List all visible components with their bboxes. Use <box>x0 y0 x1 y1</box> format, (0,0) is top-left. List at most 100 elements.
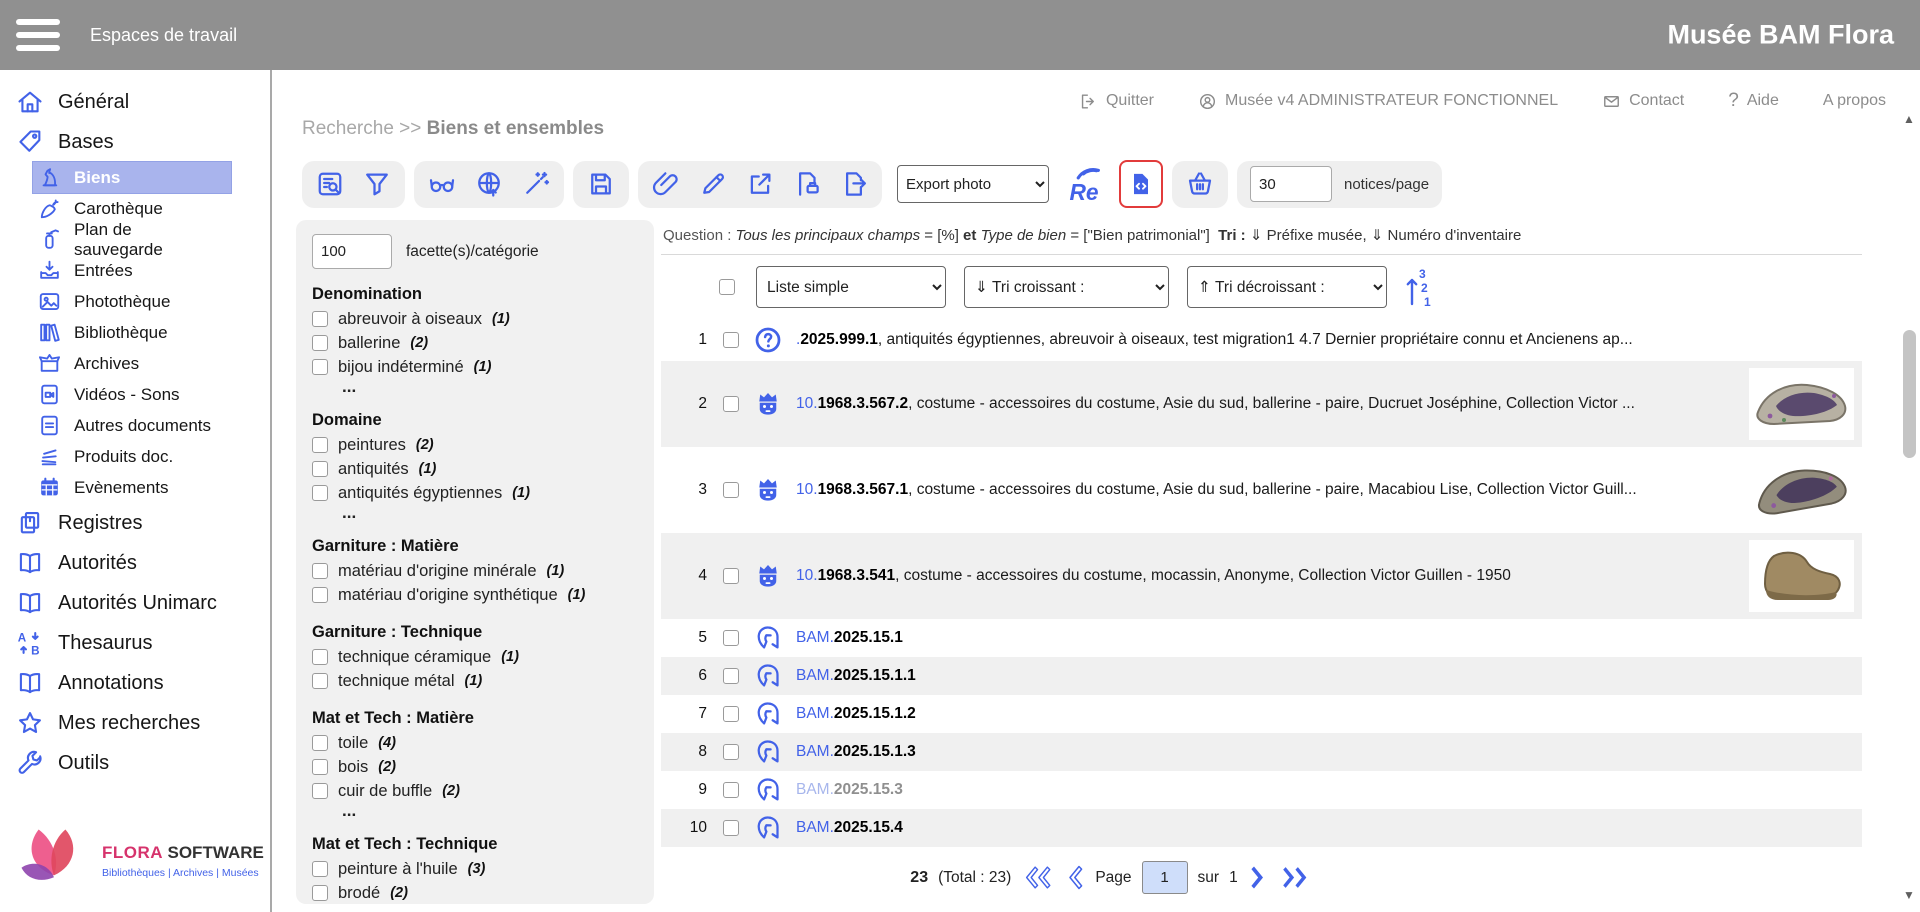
sidebar-item-entrees[interactable]: Entrées <box>0 255 270 286</box>
facet-checkbox[interactable] <box>312 885 328 901</box>
sidebar-item-phototheque[interactable]: Photothèque <box>0 286 270 317</box>
row-checkbox[interactable] <box>723 630 739 646</box>
first-page-button[interactable] <box>1021 864 1053 891</box>
export-doc-icon[interactable] <box>839 169 869 199</box>
globe-up-icon[interactable] <box>474 169 504 199</box>
record-link[interactable]: 10.1968.3.567.2, costume - accessoires d… <box>796 395 1749 413</box>
last-page-button[interactable] <box>1280 864 1312 891</box>
re-logo-icon[interactable]: Re <box>1064 163 1110 205</box>
record-link[interactable]: .2025.999.1, antiquités égyptiennes, abr… <box>796 331 1854 349</box>
print-doc-icon[interactable] <box>792 169 822 199</box>
row-checkbox[interactable] <box>723 332 739 348</box>
scrollbar-down-button[interactable]: ▼ <box>1900 888 1918 902</box>
workspace-label[interactable]: Espaces de travail <box>90 25 237 46</box>
record-link[interactable]: BAM.2025.15.1.3 <box>796 743 1854 761</box>
sidebar-item-evenements[interactable]: Evènements <box>0 472 270 503</box>
sidebar-item-autres-documents[interactable]: Autres documents <box>0 410 270 441</box>
facet-checkbox[interactable] <box>312 311 328 327</box>
save-icon[interactable] <box>586 169 616 199</box>
sidebar-item-general[interactable]: Général <box>0 82 270 122</box>
sidebar-item-bases[interactable]: Bases <box>0 122 270 162</box>
row-checkbox[interactable] <box>723 744 739 760</box>
item-thumbnail[interactable] <box>1749 368 1854 440</box>
record-link[interactable]: 10.1968.3.541, costume - accessoires du … <box>796 567 1749 585</box>
facet-more-link[interactable]: ... <box>342 379 638 395</box>
row-checkbox[interactable] <box>723 668 739 684</box>
facet-count-input[interactable] <box>312 234 392 269</box>
header-link-aide[interactable]: ?Aide <box>1728 90 1779 112</box>
row-checkbox[interactable] <box>723 782 739 798</box>
filter-icon[interactable] <box>362 169 392 199</box>
facet-checkbox[interactable] <box>312 437 328 453</box>
record-link[interactable]: BAM.2025.15.1.2 <box>796 705 1854 723</box>
pencil-icon[interactable] <box>698 169 728 199</box>
sidebar-item-outils[interactable]: Outils <box>0 743 270 783</box>
wand-icon[interactable] <box>521 169 551 199</box>
scrollbar-up-button[interactable]: ▲ <box>1900 112 1918 126</box>
header-link-quitter[interactable]: Quitter <box>1079 92 1154 111</box>
row-checkbox[interactable] <box>723 820 739 836</box>
facet-checkbox[interactable] <box>312 735 328 751</box>
sidebar-item-produits-doc[interactable]: Produits doc. <box>0 441 270 472</box>
record-link[interactable]: BAM.2025.15.3 <box>796 781 1854 799</box>
facet-checkbox[interactable] <box>312 485 328 501</box>
view-mode-select[interactable]: Liste simple <box>756 266 946 308</box>
facet-checkbox[interactable] <box>312 759 328 775</box>
facet-more-link[interactable]: ... <box>342 803 638 819</box>
header-link-apropos[interactable]: A propos <box>1823 92 1886 110</box>
facet-checkbox[interactable] <box>312 783 328 799</box>
sidebar-item-mes-recherches[interactable]: Mes recherches <box>0 703 270 743</box>
facet-checkbox[interactable] <box>312 359 328 375</box>
header-link-contact[interactable]: Contact <box>1602 92 1684 111</box>
row-checkbox[interactable] <box>723 396 739 412</box>
facet-checkbox[interactable] <box>312 673 328 689</box>
scrollbar-thumb[interactable] <box>1903 330 1916 458</box>
basket-button[interactable] <box>1172 161 1228 208</box>
page-input[interactable] <box>1142 861 1188 894</box>
list-search-icon[interactable] <box>315 169 345 199</box>
sidebar-item-thesaurus[interactable]: ABThesaurus <box>0 623 270 663</box>
facet-checkbox[interactable] <box>312 461 328 477</box>
row-checkbox[interactable] <box>723 482 739 498</box>
notices-per-page-input[interactable] <box>1250 166 1332 202</box>
export-select[interactable]: Export photo <box>897 165 1049 203</box>
numeric-sort-icon[interactable]: 3 2 1 <box>1405 266 1433 308</box>
record-link[interactable]: BAM.2025.15.1.1 <box>796 667 1854 685</box>
header-link-user[interactable]: Musée v4 ADMINISTRATEUR FONCTIONNEL <box>1198 92 1558 111</box>
record-link[interactable]: BAM.2025.15.1 <box>796 629 1854 647</box>
facet-checkbox[interactable] <box>312 587 328 603</box>
sidebar-item-videos-sons[interactable]: Vidéos - Sons <box>0 379 270 410</box>
row-checkbox[interactable] <box>723 568 739 584</box>
sidebar-item-autorites[interactable]: Autorités <box>0 543 270 583</box>
sidebar-item-autorites-unimarc[interactable]: Autorités Unimarc <box>0 583 270 623</box>
next-page-button[interactable] <box>1248 864 1270 891</box>
facet-more-link[interactable]: ... <box>342 505 638 521</box>
sort-ascending-select[interactable]: ⇓ Tri croissant : <box>964 266 1169 308</box>
pagination: 23 (Total : 23) Page sur 1 <box>661 861 1561 894</box>
row-checkbox[interactable] <box>723 706 739 722</box>
facet-checkbox[interactable] <box>312 861 328 877</box>
sidebar-item-registres[interactable]: Registres <box>0 503 270 543</box>
record-link[interactable]: BAM.2025.15.4 <box>796 819 1854 837</box>
sidebar-item-plan-de-sauvegarde[interactable]: Plan de sauvegarde <box>0 224 270 255</box>
sort-descending-select[interactable]: ⇑ Tri décroissant : <box>1187 266 1387 308</box>
facet-option-count: (1) <box>465 673 483 689</box>
file-code-button[interactable] <box>1119 160 1163 208</box>
menu-icon[interactable] <box>16 19 60 51</box>
helmet-icon <box>753 623 783 653</box>
facet-checkbox[interactable] <box>312 563 328 579</box>
sidebar-item-biens[interactable]: Biens <box>0 162 270 193</box>
select-all-checkbox[interactable] <box>719 279 735 295</box>
item-thumbnail[interactable] <box>1749 540 1854 612</box>
facet-checkbox[interactable] <box>312 335 328 351</box>
item-thumbnail[interactable] <box>1749 454 1854 526</box>
prev-page-button[interactable] <box>1063 864 1085 891</box>
record-link[interactable]: 10.1968.3.567.1, costume - accessoires d… <box>796 481 1749 499</box>
sidebar-item-archives[interactable]: Archives <box>0 348 270 379</box>
sidebar-item-annotations[interactable]: Annotations <box>0 663 270 703</box>
paperclip-icon[interactable] <box>651 169 681 199</box>
external-link-icon[interactable] <box>745 169 775 199</box>
glasses-icon[interactable] <box>427 169 457 199</box>
facet-checkbox[interactable] <box>312 649 328 665</box>
sidebar-item-bibliotheque[interactable]: Bibliothèque <box>0 317 270 348</box>
